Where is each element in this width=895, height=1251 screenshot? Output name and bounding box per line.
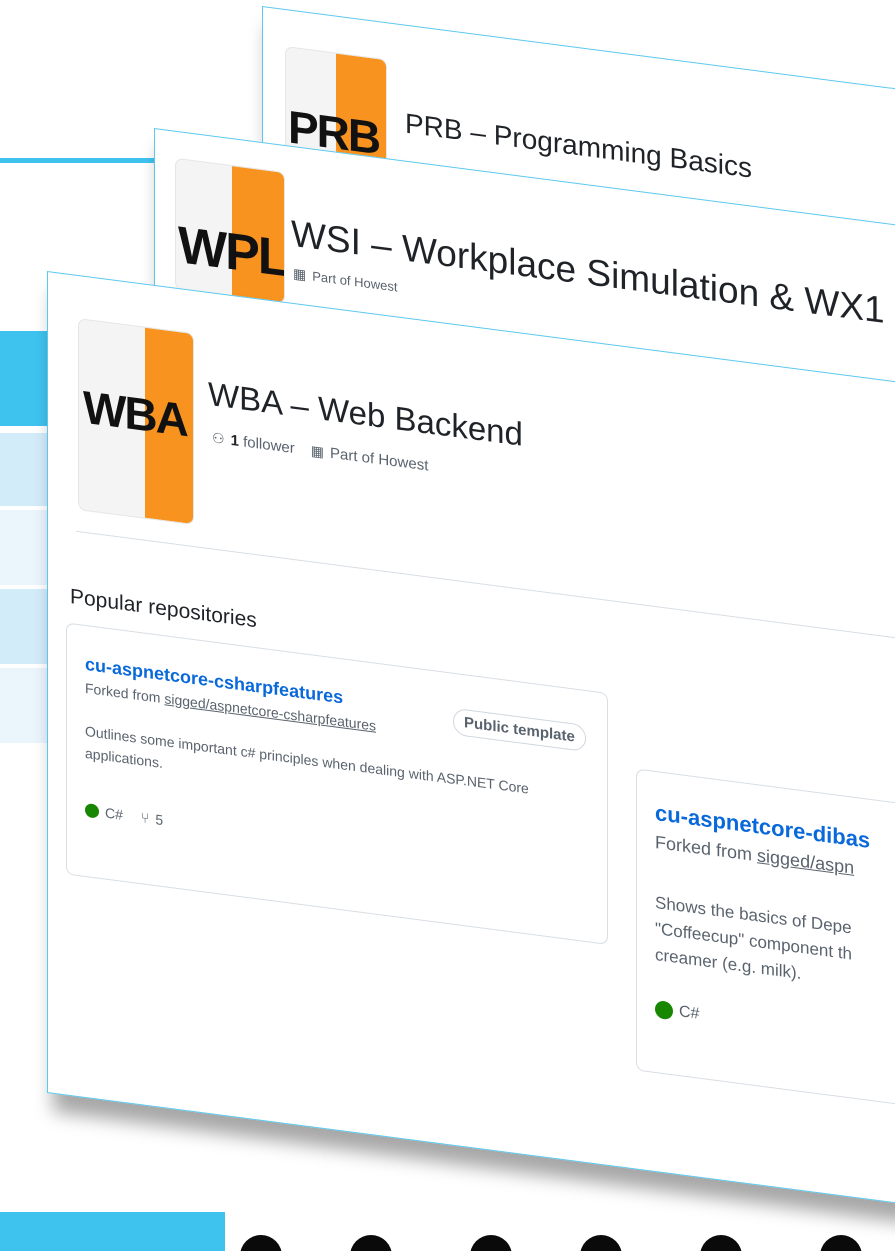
org-logo: WBA [78, 318, 194, 526]
org-meta: ▦ Part of Howest [293, 265, 398, 296]
bottom-decoration [230, 1218, 895, 1251]
public-template-badge: Public template [453, 707, 586, 752]
language-color-dot [655, 999, 673, 1021]
org-logo: WPL [175, 157, 285, 305]
building-icon: ▦ [310, 442, 324, 460]
repo-card: cu-aspnetcore-csharpfeatures Forked from… [66, 622, 608, 945]
language-color-dot [85, 802, 99, 819]
fork-source-link[interactable]: sigged/aspn [757, 845, 854, 878]
building-icon: ▦ [293, 265, 307, 283]
followers[interactable]: 1 follower [231, 432, 295, 457]
bottom-accent-bar [0, 1212, 225, 1251]
repo-description: Shows the basics of Depe "Coffeecup" com… [655, 892, 852, 983]
org-logo-text: WPL [178, 216, 285, 289]
fork-icon: ⑂ [140, 809, 150, 827]
org-part-of: Part of Howest [330, 444, 429, 475]
people-icon: ⚇ [212, 429, 225, 448]
org-card-wba: WBA WBA – Web Backend ⚇ 1 follower ▦ Par… [47, 271, 895, 1205]
repo-card: cu-aspnetcore-dibas Forked from sigged/a… [636, 768, 895, 1110]
fork-count[interactable]: 5 [155, 811, 163, 828]
repo-language: C# ⑂ 5 [85, 802, 163, 828]
repo-language: C# [655, 999, 699, 1024]
org-part-of: Part of Howest [312, 268, 398, 295]
